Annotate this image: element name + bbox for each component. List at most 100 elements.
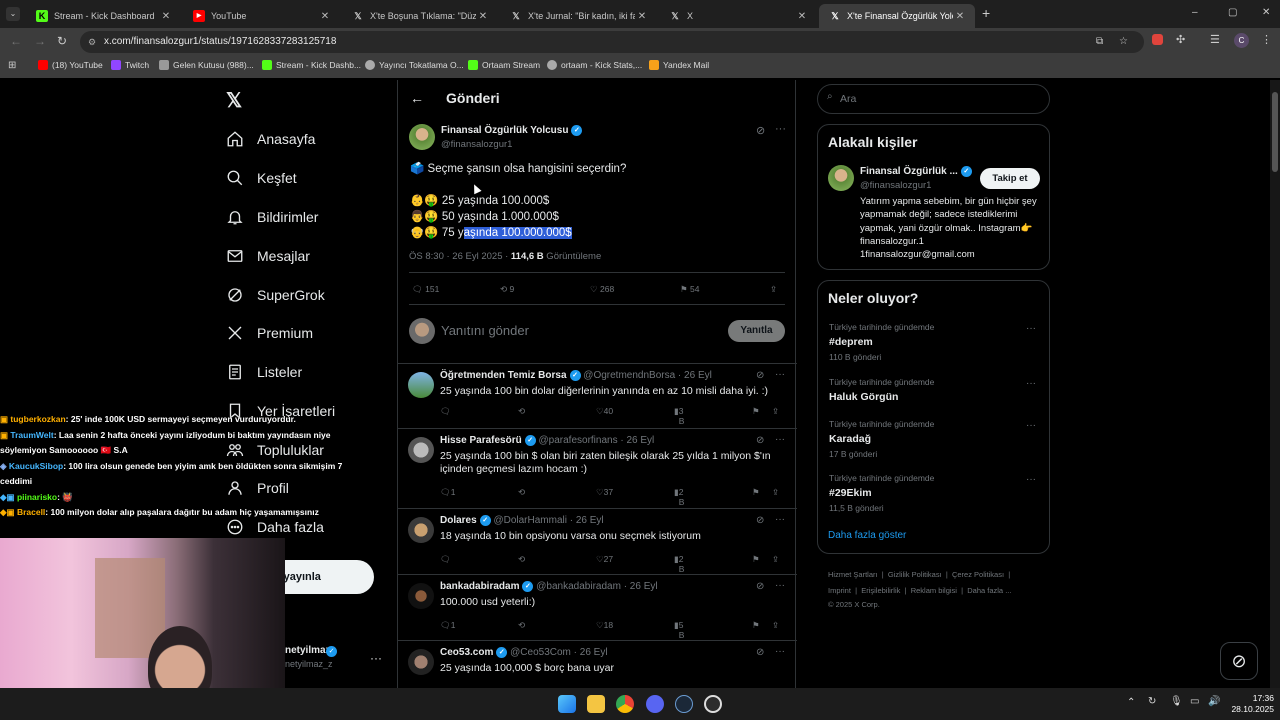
tray-network-icon[interactable]: ↻ — [1148, 696, 1156, 707]
menu-icon[interactable]: ⋮ — [1261, 33, 1272, 46]
site-info-icon[interactable]: ⚙ — [88, 31, 96, 53]
footer-link[interactable]: Reklam bilgisi — [911, 586, 957, 595]
obs-icon[interactable] — [704, 695, 722, 713]
close-icon[interactable]: ✕ — [635, 11, 649, 22]
repost-icon[interactable]: ⟲ — [518, 406, 525, 417]
reply-avatar[interactable] — [408, 437, 434, 463]
footer-link[interactable]: Çerez Politikası — [952, 570, 1004, 579]
more-options-icon[interactable]: ··· — [775, 514, 785, 525]
tab-x-bosuna[interactable]: 𝕏 X'te Boşuna Tıklama: "Düzce'de ✕ — [342, 4, 498, 28]
tab-search-button[interactable]: ⌄ — [6, 7, 20, 21]
clock[interactable]: 17:36 28.10.2025 — [1222, 693, 1274, 715]
nav-messages[interactable]: Mesajlar — [226, 247, 310, 265]
reply-icon[interactable]: 🗨 — [440, 406, 451, 417]
grok-icon[interactable]: ⊘ — [756, 647, 764, 658]
more-options-icon[interactable]: ··· — [775, 434, 785, 445]
author-handle[interactable]: @finansalozgur1 — [441, 139, 512, 150]
chrome-icon[interactable] — [616, 695, 634, 713]
trend-item[interactable]: Türkiye tarihinde gündemde Karadağ 17 B … — [829, 419, 934, 459]
extension-icon[interactable] — [1152, 34, 1163, 45]
account-switcher[interactable]: netyilmaz ✓ netyilmaz_z ··· — [285, 645, 385, 675]
grok-icon[interactable]: ⊘ — [756, 515, 764, 526]
back-icon[interactable]: ← — [10, 34, 22, 48]
follow-button[interactable]: Takip et — [980, 168, 1040, 189]
footer-link[interactable]: Hizmet Şartları — [828, 570, 878, 579]
grok-float-button[interactable]: ⊘ — [1220, 642, 1258, 680]
bookmark-icon[interactable]: ⚑ — [752, 620, 760, 631]
nav-home[interactable]: Anasayfa — [226, 130, 315, 148]
share-icon[interactable]: ⇪ — [772, 620, 779, 631]
reply-avatar[interactable] — [408, 372, 434, 398]
footer-link[interactable]: Erişilebilirlik — [861, 586, 900, 595]
search-input[interactable]: ⌕ Ara — [817, 84, 1050, 114]
close-icon[interactable]: ✕ — [318, 11, 332, 22]
windows-start-icon[interactable] — [558, 695, 576, 713]
more-options-icon[interactable]: ··· — [775, 646, 785, 657]
related-avatar[interactable] — [828, 165, 854, 191]
trend-more-icon[interactable]: ··· — [1026, 323, 1036, 334]
bookmark-yandex[interactable]: Yandex Mail — [649, 60, 709, 70]
related-name[interactable]: Finansal Özgürlük ... ✓ — [860, 166, 972, 177]
close-icon[interactable]: ✕ — [795, 11, 809, 22]
bookmark-ortaam[interactable]: Ortaam Stream — [468, 60, 540, 70]
tab-x-jurnal[interactable]: 𝕏 X'te Jurnal: "Bir kadın, iki farklı ✕ — [500, 4, 657, 28]
close-icon[interactable]: ✕ — [476, 11, 490, 22]
tab-kick-dashboard[interactable]: K Stream - Kick Dashboard ✕ — [26, 4, 181, 28]
minimize-button[interactable]: – — [1192, 7, 1198, 18]
forward-icon[interactable]: → — [34, 34, 46, 48]
repost-icon[interactable]: ⟲ — [518, 554, 525, 565]
footer-link[interactable]: Gizlilik Politikası — [888, 570, 942, 579]
reply-item[interactable]: bankadabiradam ✓ @bankadabiradam · 26 Eyl… — [398, 574, 797, 640]
share-icon[interactable]: ⇪ — [772, 487, 779, 498]
heart-icon[interactable]: ♡ 27 — [596, 554, 613, 565]
close-window-button[interactable]: ✕ — [1262, 7, 1270, 18]
grok-icon[interactable]: ⊘ — [756, 370, 764, 381]
url-field[interactable]: ⚙ x.com/finansalozgur1/status/1971628337… — [80, 31, 1144, 53]
more-options-icon[interactable]: ··· — [775, 369, 785, 380]
tray-sound-icon[interactable]: 🔊 — [1208, 696, 1220, 707]
close-icon[interactable]: ✕ — [953, 11, 967, 22]
reply-item[interactable]: Ceo53.com ✓ @Ceo53Com · 26 Eyl ⊘ ··· 25 y… — [398, 640, 797, 688]
views-icon[interactable]: ▮ 3 B — [674, 406, 684, 426]
tab-x-finansal[interactable]: 𝕏 X'te Finansal Özgürlük Yolcusu: ✕ — [819, 4, 975, 28]
trend-more-icon[interactable]: ··· — [1026, 474, 1036, 485]
tab-youtube[interactable]: ▶ YouTube ✕ — [183, 4, 340, 28]
bookmark-mail[interactable]: Gelen Kutusu (988)... — [159, 60, 254, 70]
author-avatar[interactable] — [409, 124, 435, 150]
reply-item[interactable]: Dolares ✓ @DolarHammali · 26 Eyl ⊘ ··· 18… — [398, 508, 797, 574]
page-scrollbar[interactable] — [1270, 80, 1280, 688]
grok-icon[interactable]: ⊘ — [756, 581, 764, 592]
author-name[interactable]: Finansal Özgürlük Yolcusu ✓ — [441, 125, 583, 136]
heart-icon[interactable]: ♡ 18 — [596, 620, 613, 631]
nav-premium[interactable]: Premium — [226, 324, 313, 342]
trend-item[interactable]: Türkiye tarihinde gündemde Haluk Görgün — [829, 377, 934, 403]
tray-display-icon[interactable]: ▭ — [1190, 696, 1199, 707]
views-icon[interactable]: ▮ 2 B — [674, 554, 684, 574]
reply-item[interactable]: Hisse Parafesörü ✓ @parafesorfinans · 26 … — [398, 428, 797, 508]
share-icon[interactable]: ⇪ — [770, 284, 777, 295]
reply-avatar[interactable] — [408, 583, 434, 609]
grok-icon[interactable]: ⊘ — [756, 435, 764, 446]
reply-button[interactable]: 🗨 151 — [412, 284, 439, 295]
discord-icon[interactable] — [646, 695, 664, 713]
trend-item[interactable]: Türkiye tarihinde gündemde #29Ekim 11,5 … — [829, 473, 934, 513]
nav-lists[interactable]: Listeler — [226, 363, 302, 381]
tab-x[interactable]: 𝕏 X ✕ — [659, 4, 817, 28]
trend-more-icon[interactable]: ··· — [1026, 420, 1036, 431]
bookmark-button[interactable]: ⚑ 54 — [680, 284, 699, 295]
tray-chevron-icon[interactable]: ⌃ — [1127, 697, 1135, 708]
share-icon[interactable]: ⇪ — [772, 554, 779, 565]
nav-supergrok[interactable]: SuperGrok — [226, 286, 325, 304]
nav-notifications[interactable]: Bildirimler — [226, 208, 318, 226]
like-button[interactable]: ♡ 268 — [590, 284, 614, 295]
account-more-icon[interactable]: ··· — [370, 651, 382, 665]
scrollbar-thumb[interactable] — [1272, 92, 1278, 172]
file-explorer-icon[interactable] — [587, 695, 605, 713]
reply-input[interactable]: Yanıtını gönder — [441, 323, 529, 338]
heart-icon[interactable]: ♡ 40 — [596, 406, 613, 417]
bookmark-kickstats[interactable]: ortaam - Kick Stats,... — [547, 60, 642, 70]
grok-icon[interactable]: ⊘ — [756, 124, 765, 137]
repost-icon[interactable]: ⟲ — [518, 620, 525, 631]
bookmark-tokatlama[interactable]: Yayıncı Tokatlama O... — [365, 60, 464, 70]
more-options-icon[interactable]: ··· — [775, 123, 786, 135]
